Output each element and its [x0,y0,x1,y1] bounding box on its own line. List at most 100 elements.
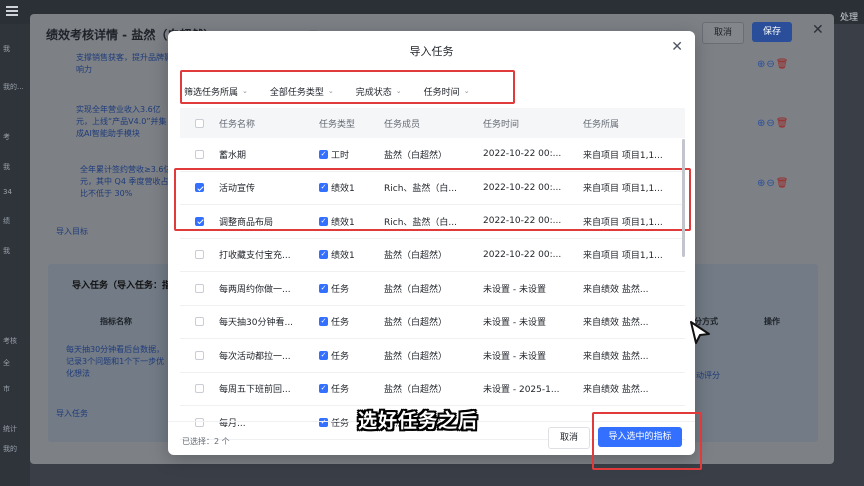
column-header: 任务成员 [384,119,421,130]
task-type-label: 任务 [331,385,350,396]
table-row[interactable]: 每天抽30分钟看... ✓ 任务 盐然（白超然） 未设置 - 未设置 来自绩效 盐然... [180,306,685,339]
scrollbar[interactable] [682,139,685,257]
section-title: 导入任务（导入任务：指 [72,281,172,291]
row-checkbox[interactable] [195,149,204,159]
cancel-button[interactable]: 取消 [548,427,590,449]
nav-item[interactable]: 市 [3,384,10,394]
task-type-icon: ✓ [319,384,328,394]
task-belong: 来自绩效 盐然... [583,385,649,396]
selected-count: 已选择：2 个 [182,437,230,446]
nav-item[interactable]: 全 [3,358,10,368]
table-row[interactable]: 每次活动都拉一... ✓ 任务 盐然（白超然） 未设置 - 未设置 来自绩效 盐然... [180,339,685,373]
nav-item[interactable]: 我的... [3,82,24,92]
goal-text: 实现全年营业收入3.6亿元，上线“产品V4.0”并集成AI智能助手模块 [76,105,167,138]
task-time: 2022-10-22 00:... [483,249,562,260]
goal-text: 全年累计签约营收≥3.6亿元，其中 Q4 季度营收占比不低于 30% [80,165,172,198]
nav-item[interactable]: 我的 [3,444,17,454]
task-type: ✓ 工时 [319,148,384,161]
table-header: 任务名称 任务类型 任务成员 任务时间 任务所属 [180,108,685,138]
select-all-checkbox[interactable] [195,118,204,128]
row-action-icons[interactable]: ⊕⊖🗑 [757,118,789,129]
task-type-icon: ✓ [319,283,328,293]
action-header: 操作 [764,317,780,326]
import-task-link[interactable]: 导入任务 [56,408,88,419]
task-members: 盐然（白超然） [384,318,448,329]
nav-item[interactable]: 绩 [3,216,10,226]
nav-item[interactable]: 统计 [3,424,17,434]
close-icon[interactable]: ✕ [671,39,683,55]
save-button[interactable]: 保存 [752,22,792,42]
task-belong: 来自项目 项目1,1... [583,150,663,161]
row-checkbox[interactable] [195,283,204,293]
task-time: 2022-10-22 00:... [483,149,562,160]
task-type: ✓ 任务 [319,382,384,395]
task-time: 未设置 - 未设置 [483,318,546,329]
task-members: 盐然（白超然） [384,385,448,396]
task-name: 打收藏支付宝充... [219,251,291,262]
task-name: 每两周约你做一... [219,284,291,295]
left-nav: 我 我的... 考 我 34 绩 我 考核 全 市 统计 我的 [0,24,30,486]
nav-item[interactable]: 考核 [3,336,17,346]
selected-rows-highlight-box [174,168,691,231]
import-task-modal: 导入任务 ✕ 筛选任务所属 ⌄ 全部任务类型 ⌄ 完成状态 ⌄ 任务时间 ⌄ 任务名称 … [168,31,695,455]
task-time: 未设置 - 未设置 [483,351,546,362]
eval-method: 动评分 [696,371,720,380]
task-belong: 来自绩效 盐然... [583,318,649,329]
column-header: 任务类型 [319,119,356,130]
task-members: 盐然（白超然） [384,351,448,362]
indicator-text: 每天抽30分钟看后台数据，记录3个问题和1个下一步优化想法 [66,345,165,378]
task-members: 盐然（白超然） [384,284,448,295]
task-type-label: 绩效1 [331,251,355,262]
nav-item[interactable]: 考 [3,132,10,142]
mouse-cursor-icon [690,321,710,344]
task-type-label: 任务 [331,351,350,362]
table-row[interactable]: 打收藏支付宝充... ✓ 绩效1 盐然（白超然） 2022-10-22 00:... 来自… [180,239,685,272]
task-type-label: 任务 [331,318,350,329]
import-goal-link[interactable]: 导入目标 [56,226,88,237]
task-type-label: 工时 [331,150,350,161]
task-members: 盐然（白超然） [384,251,448,262]
row-checkbox[interactable] [195,350,204,360]
nav-item[interactable]: 我 [3,162,10,172]
task-type: ✓ 任务 [319,349,384,362]
row-action-icons[interactable]: ⊕⊖🗑 [757,178,789,189]
table-row[interactable]: 蓄水期 ✓ 工时 盐然（白超然） 2022-10-22 00:... 来自项目 项目1,1… [180,138,685,172]
task-type: ✓ 绩效1 [319,248,384,261]
close-icon[interactable]: ✕ [812,22,824,38]
cancel-button[interactable]: 取消 [702,22,744,44]
task-type-icon: ✓ [319,350,328,360]
column-header: 任务名称 [219,119,256,130]
column-header: 任务时间 [483,119,520,130]
task-type: ✓ 任务 [319,315,384,328]
filter-highlight-box [180,70,515,104]
task-type: ✓ 任务 [319,282,384,295]
row-checkbox[interactable] [195,250,204,260]
task-time: 未设置 - 2025-1... [483,385,560,396]
nav-item[interactable]: 我 [3,44,10,54]
menu-icon[interactable] [6,6,18,16]
row-action-icons[interactable]: ⊕⊖🗑 [757,59,789,70]
row-checkbox[interactable] [195,317,204,327]
task-belong: 来自项目 项目1,1... [583,251,663,262]
table-row[interactable]: 每两周约你做一... ✓ 任务 盐然（白超然） 未设置 - 未设置 来自绩效 盐然... [180,272,685,306]
import-button-highlight-box [592,412,702,470]
task-table: 任务名称 任务类型 任务成员 任务时间 任务所属 蓄水期 ✓ 工时 盐然（白超然） 20… [180,108,685,440]
task-name: 每天抽30分钟看... [219,318,294,329]
video-subtitle: 选好任务之后 [358,410,479,432]
task-name: 每周五下班前回... [219,385,291,396]
table-row[interactable]: 每周五下班前回... ✓ 任务 盐然（白超然） 未设置 - 2025-1... 来自绩效 … [180,373,685,406]
task-name: 蓄水期 [219,150,247,161]
goal-text: 支撑销售获客，提升品牌影响力 [76,53,172,74]
task-type-icon: ✓ [319,250,328,260]
topbar-right-text: 处理 [839,13,858,23]
task-type-icon: ✓ [319,317,328,327]
task-members: 盐然（白超然） [384,150,448,161]
task-time: 未设置 - 未设置 [483,284,546,295]
nav-item[interactable]: 34 [3,188,12,196]
task-belong: 来自绩效 盐然... [583,351,649,362]
row-checkbox[interactable] [195,384,204,394]
nav-item[interactable]: 我 [3,246,10,256]
indicator-header: 指标名称 [100,317,132,326]
modal-title: 导入任务 [409,45,454,58]
task-name: 每次活动都拉一... [219,351,291,362]
